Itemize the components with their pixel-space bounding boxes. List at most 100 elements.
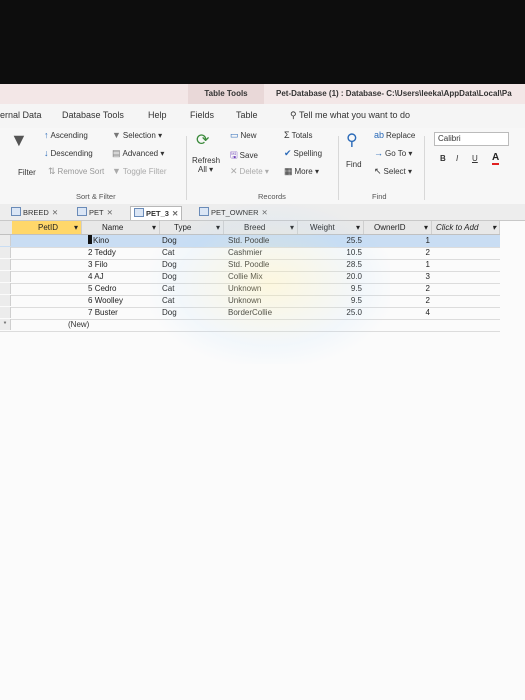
cell-name[interactable]: Kino	[88, 235, 109, 246]
cell-breed[interactable]: Collie Mix	[228, 271, 263, 282]
bold-button[interactable]: B	[440, 154, 446, 163]
cell-name[interactable]: 3 Filo	[88, 259, 108, 270]
cell-name[interactable]: 7 Buster	[88, 307, 118, 318]
tab-fields[interactable]: Fields	[190, 110, 214, 120]
selection-button[interactable]: ▼ Selection ▾	[112, 130, 162, 140]
chevron-down-icon[interactable]: ▾	[290, 221, 297, 234]
row-selector[interactable]	[0, 283, 11, 294]
cell-type[interactable]: Cat	[162, 283, 174, 294]
table-row[interactable]: 3 Filo Dog Std. Poodle 28.5 1	[0, 259, 500, 272]
tab-pet-owner[interactable]: PET_OWNER ✕	[196, 206, 271, 219]
cell-ownerid[interactable]: 2	[400, 283, 430, 294]
column-header-ownerid[interactable]: OwnerID ▾	[364, 221, 432, 234]
cell-type[interactable]: Dog	[162, 307, 177, 318]
close-icon[interactable]: ✕	[107, 208, 113, 217]
new-row-marker[interactable]: *	[0, 319, 11, 330]
row-selector[interactable]	[0, 307, 11, 318]
cell-breed[interactable]: Cashmier	[228, 247, 262, 258]
tab-database-tools[interactable]: Database Tools	[62, 110, 124, 120]
tab-pet-3[interactable]: PET_3 ✕	[130, 206, 183, 220]
cell-breed[interactable]: Unknown	[228, 283, 261, 294]
descending-button[interactable]: ↓ Descending	[44, 148, 93, 158]
column-header-breed[interactable]: Breed ▾	[224, 221, 298, 234]
table-row[interactable]: 6 Woolley Cat Unknown 9.5 2	[0, 295, 500, 308]
cell-name[interactable]: 4 AJ	[88, 271, 104, 282]
cell-ownerid[interactable]: 4	[400, 307, 430, 318]
delete-record-button[interactable]: ✕ Delete ▾	[230, 166, 269, 177]
row-selector[interactable]	[0, 295, 11, 306]
chevron-down-icon[interactable]: ▾	[424, 221, 431, 234]
tab-help[interactable]: Help	[148, 110, 167, 120]
cell-weight[interactable]: 10.5	[330, 247, 362, 258]
chevron-down-icon[interactable]: ▾	[356, 221, 363, 234]
filter-button[interactable]: Filter	[18, 168, 36, 177]
close-icon[interactable]: ✕	[172, 209, 178, 218]
tab-table[interactable]: Table	[236, 110, 258, 120]
select-button[interactable]: ↖ Select ▾	[374, 166, 412, 177]
tab-external-data[interactable]: ernal Data	[0, 110, 42, 120]
advanced-button[interactable]: ▤ Advanced ▾	[112, 148, 164, 159]
cell-type[interactable]: Dog	[162, 235, 177, 246]
chevron-down-icon[interactable]: ▾	[152, 221, 159, 234]
cell-breed[interactable]: Std. Poodle	[228, 259, 269, 270]
cell-type[interactable]: Cat	[162, 247, 174, 258]
table-row[interactable]: 2 Teddy Cat Cashmier 10.5 2	[0, 247, 500, 260]
new-record-button[interactable]: ▭ New	[230, 130, 257, 141]
italic-button[interactable]: I	[456, 154, 458, 163]
save-record-button[interactable]: 🖫 Save	[230, 148, 258, 164]
cell-ownerid[interactable]: 3	[400, 271, 430, 282]
tell-me-box[interactable]: ⚲ Tell me what you want to do	[290, 110, 410, 121]
table-row[interactable]: 7 Buster Dog BorderCollie 25.0 4	[0, 307, 500, 320]
cell-ownerid[interactable]: 2	[400, 247, 430, 258]
row-selector[interactable]	[0, 247, 11, 258]
cell-name[interactable]: 6 Woolley	[88, 295, 123, 306]
cell-name[interactable]: 2 Teddy	[88, 247, 116, 258]
cell-name[interactable]: 5 Cedro	[88, 283, 116, 294]
row-selector[interactable]	[0, 259, 11, 270]
cell-weight[interactable]: 25.0	[330, 307, 362, 318]
cell-weight[interactable]: 9.5	[330, 283, 362, 294]
cell-ownerid[interactable]: 2	[400, 295, 430, 306]
column-header-weight[interactable]: Weight ▾	[298, 221, 364, 234]
ascending-button[interactable]: ↑ Ascending	[44, 130, 88, 140]
column-header-click-to-add[interactable]: Click to Add ▾	[432, 221, 500, 234]
font-color-button[interactable]: A	[492, 152, 500, 165]
cell-breed[interactable]: Std. Poodle	[228, 235, 269, 246]
table-row[interactable]: Kino Dog Std. Poodle 25.5 1	[0, 235, 500, 248]
column-header-petid[interactable]: PetID ▾	[12, 221, 82, 234]
cell-ownerid[interactable]: 1	[400, 235, 430, 246]
toggle-filter-button[interactable]: ▼ Toggle Filter	[112, 166, 167, 176]
spelling-button[interactable]: ✔ Spelling	[284, 148, 322, 159]
cell-weight[interactable]: 25.5	[330, 235, 362, 246]
cell-type[interactable]: Dog	[162, 271, 177, 282]
column-header-type[interactable]: Type ▾	[160, 221, 224, 234]
cell-ownerid[interactable]: 1	[400, 259, 430, 270]
cell-weight[interactable]: 9.5	[330, 295, 362, 306]
chevron-down-icon[interactable]: ▾	[74, 221, 81, 234]
totals-button[interactable]: Σ Totals	[284, 130, 312, 140]
chevron-down-icon[interactable]: ▾	[492, 221, 499, 234]
find-button[interactable]: Find	[346, 160, 362, 169]
new-record-row[interactable]: * (New)	[0, 319, 500, 332]
goto-button[interactable]: → Go To ▾	[374, 148, 412, 158]
table-row[interactable]: 4 AJ Dog Collie Mix 20.0 3	[0, 271, 500, 284]
chevron-down-icon[interactable]: ▾	[216, 221, 223, 234]
cell-weight[interactable]: 28.5	[330, 259, 362, 270]
remove-sort-button[interactable]: ⇅ Remove Sort	[48, 166, 104, 177]
more-button[interactable]: ▦ More ▾	[284, 166, 319, 177]
cell-type[interactable]: Dog	[162, 259, 177, 270]
column-header-name[interactable]: Name ▾	[82, 221, 160, 234]
tab-breed[interactable]: BREED ✕	[8, 206, 61, 219]
underline-button[interactable]: U	[472, 154, 478, 163]
font-name-select[interactable]: Calibri	[434, 132, 509, 146]
row-selector[interactable]	[0, 271, 11, 282]
table-row[interactable]: 5 Cedro Cat Unknown 9.5 2	[0, 283, 500, 296]
refresh-all-button[interactable]: Refresh All ▾	[192, 156, 220, 174]
cell-type[interactable]: Cat	[162, 295, 174, 306]
close-icon[interactable]: ✕	[52, 208, 58, 217]
row-selector[interactable]	[0, 235, 11, 246]
cell-breed[interactable]: BorderCollie	[228, 307, 272, 318]
cell-breed[interactable]: Unknown	[228, 295, 261, 306]
replace-button[interactable]: ab Replace	[374, 130, 415, 140]
close-icon[interactable]: ✕	[262, 208, 268, 217]
